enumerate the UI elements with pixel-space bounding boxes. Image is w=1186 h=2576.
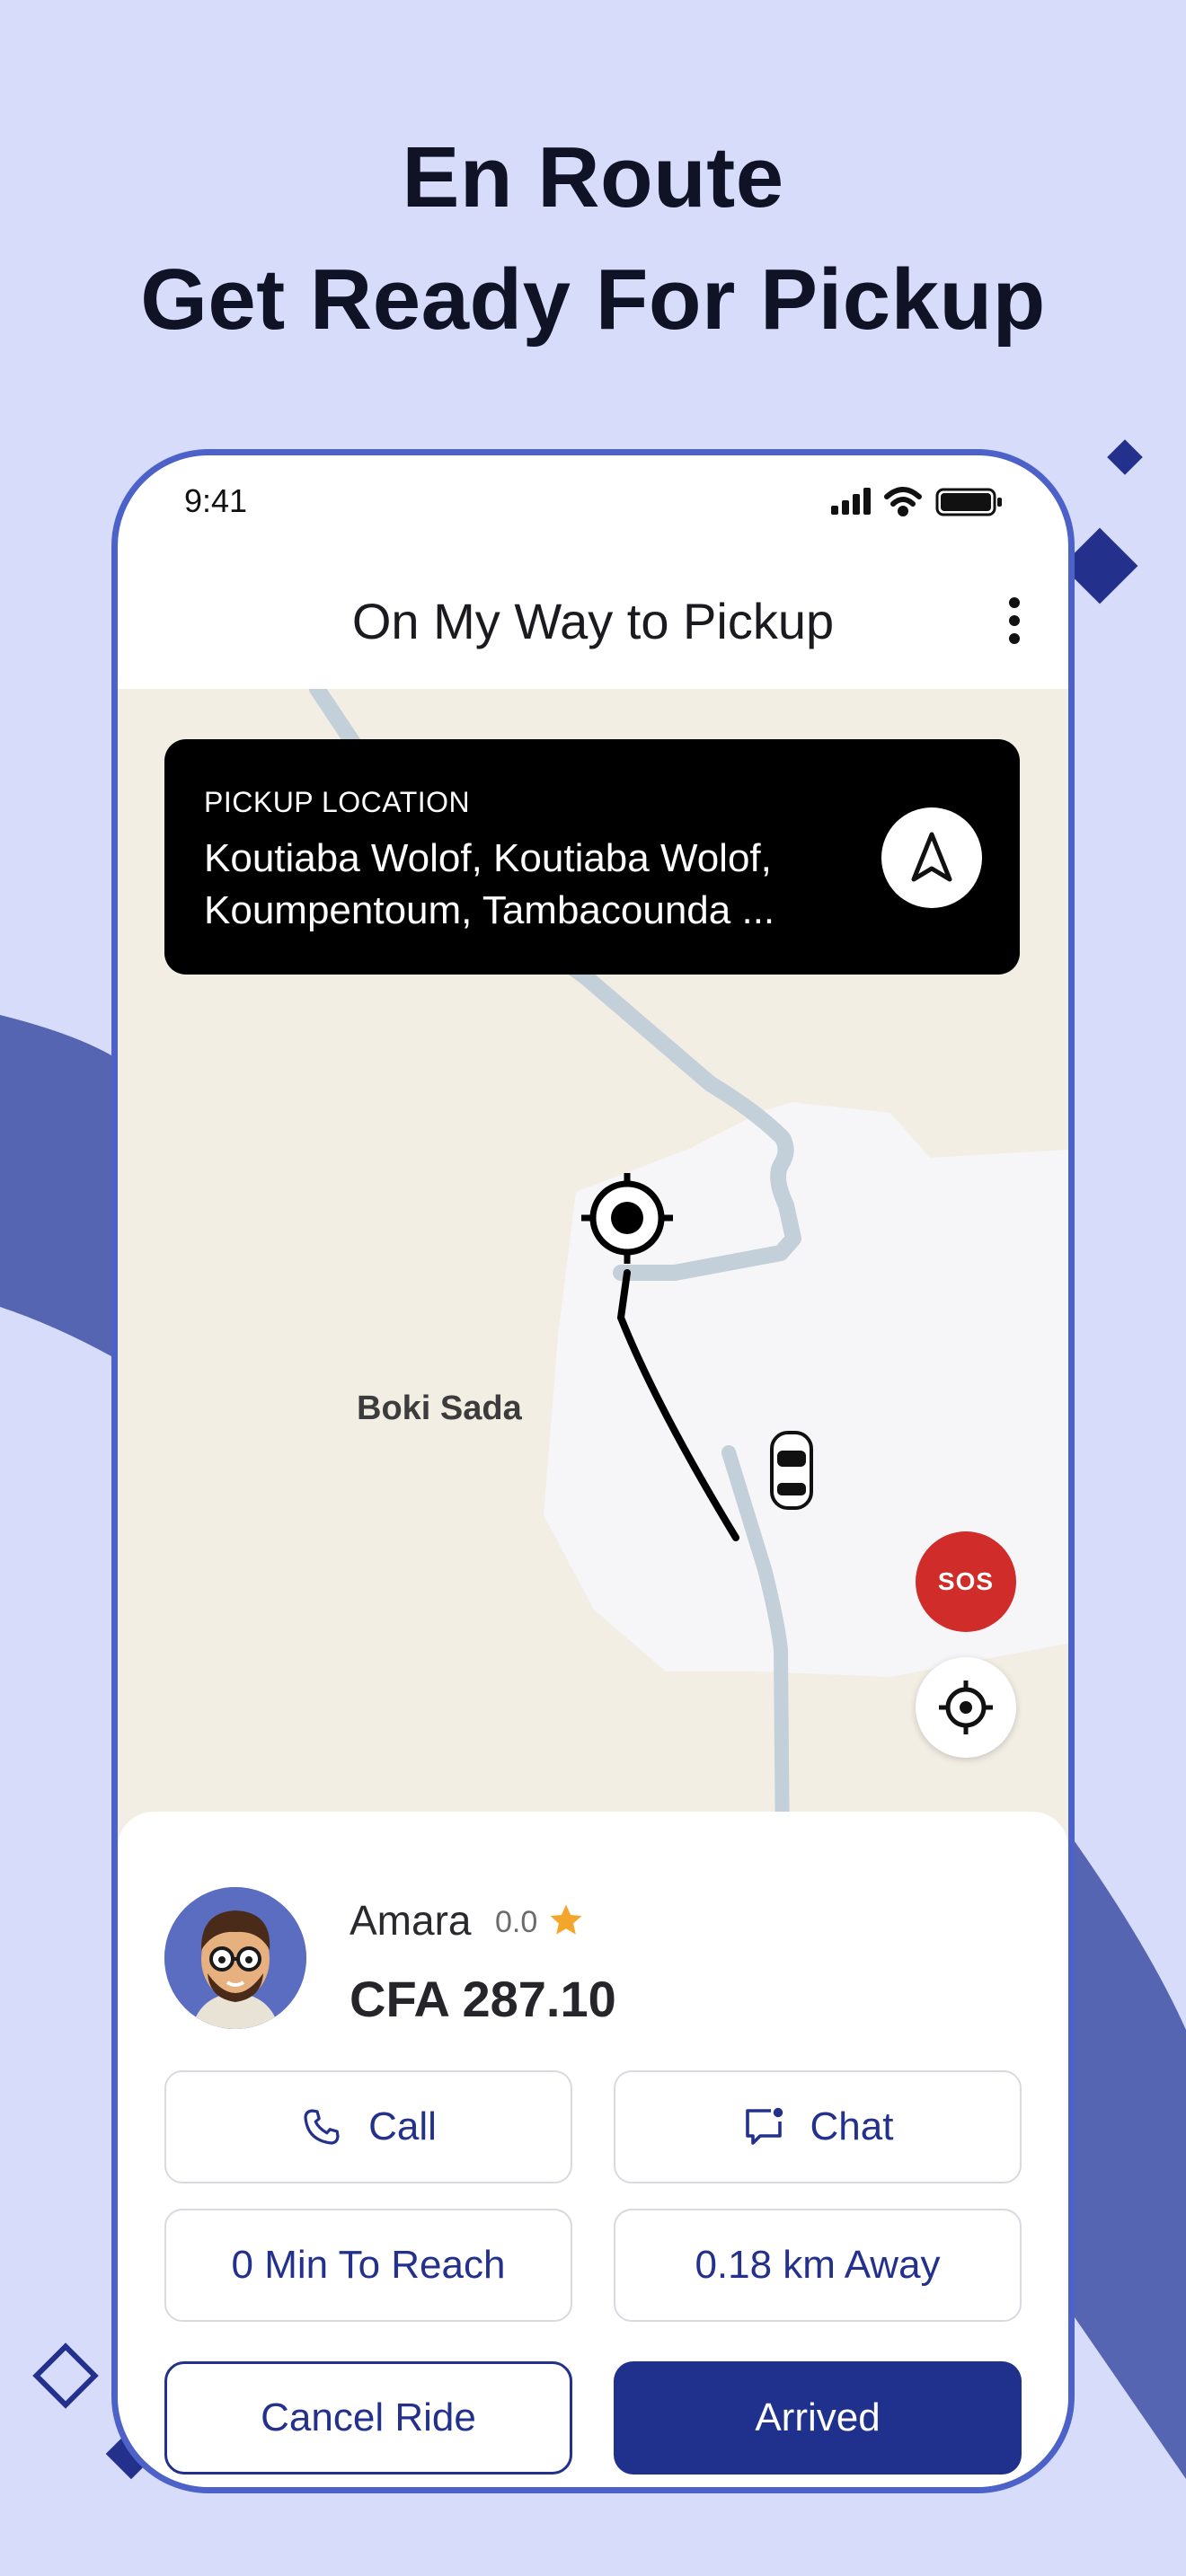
chat-bubble-icon [745,2107,783,2145]
crosshair-icon [939,1681,993,1734]
arrived-button[interactable]: Arrived [614,2361,1022,2475]
driver-rating: 0.0 [495,1905,538,1939]
chat-button-label: Chat [810,2104,894,2148]
map-place-label: Boki Sada [357,1389,522,1427]
headline-line-2: Get Ready For Pickup [140,251,1046,348]
locate-me-button[interactable] [916,1657,1016,1758]
pickup-location-card: PICKUP LOCATION Koutiaba Wolof, Koutiaba… [164,739,1020,975]
status-time: 9:41 [184,482,248,519]
phone-frame: 9:41 On My Way to Pickup Boki Sada PICKU… [111,449,1075,2493]
map-view[interactable]: Boki Sada PICKUP LOCATION Koutiaba Wolof… [118,689,1068,1857]
navigate-button[interactable] [881,807,982,908]
promo-headline: En Route Get Ready For Pickup [0,117,1186,361]
more-vertical-icon[interactable] [996,594,1032,648]
avatar [164,1887,306,2029]
car-icon [770,1431,813,1510]
battery-icon [935,488,1002,516]
wifi-icon [884,487,922,516]
pickup-label: PICKUP LOCATION [204,786,471,818]
star-icon [550,1904,582,1935]
call-button-label: Call [368,2104,437,2148]
call-button[interactable]: Call [164,2070,572,2183]
navigation-arrow-icon [911,832,952,882]
driver-avatar-illustration [164,1887,306,2029]
sos-button[interactable]: SOS [916,1531,1016,1632]
ride-details-sheet: Amara 0.0 CFA 287.10 Call Chat 0 Min To … [118,1812,1068,2487]
pickup-address: Koutiaba Wolof, Koutiaba Wolof, Koumpent… [204,836,775,932]
fare-amount: CFA 287.10 [350,1971,616,2027]
driver-name: Amara [350,1897,472,1944]
distance-away: 0.18 km Away [614,2209,1022,2322]
page-title: On My Way to Pickup [351,593,835,649]
status-icons [831,487,1002,516]
chat-button[interactable]: Chat [614,2070,1022,2183]
cellular-signal-icon [831,488,871,515]
app-header: On My Way to Pickup [118,545,1068,694]
cancel-ride-button[interactable]: Cancel Ride [164,2361,572,2475]
headline-line-1: En Route [402,129,784,225]
phone-icon [304,2109,340,2145]
minutes-to-reach: 0 Min To Reach [164,2209,572,2322]
status-bar: 9:41 [118,455,1068,545]
